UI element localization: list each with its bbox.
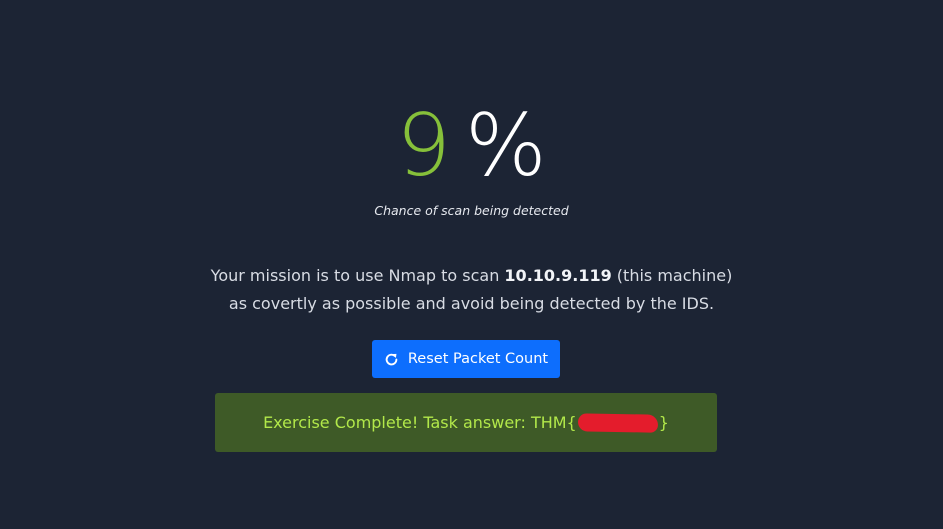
- detection-percent-value: 9: [396, 96, 451, 196]
- mission-text-after: (this machine): [611, 266, 733, 285]
- ids-evasion-panel: 9% Chance of scan being detected Your mi…: [0, 0, 943, 529]
- exercise-complete-alert: Exercise Complete! Task answer: THM{}: [215, 393, 717, 452]
- mission-line-2: as covertly as possible and avoid being …: [228, 294, 715, 313]
- refresh-icon: [385, 353, 398, 365]
- mission-text: Your mission is to use Nmap to scan 10.1…: [0, 262, 943, 318]
- task-answer-suffix: }: [658, 413, 669, 432]
- mission-text-before: Your mission is to use Nmap to scan: [210, 266, 505, 285]
- reset-packet-count-button[interactable]: Reset Packet Count: [372, 340, 560, 378]
- redacted-answer: [577, 412, 658, 433]
- detection-percentage: 9%: [0, 98, 943, 194]
- task-answer-prefix: Exercise Complete! Task answer: THM{: [263, 413, 577, 432]
- detection-caption: Chance of scan being detected: [374, 203, 569, 218]
- mission-line-1: Your mission is to use Nmap to scan 10.1…: [0, 262, 943, 290]
- reset-button-label: Reset Packet Count: [407, 351, 549, 367]
- percent-sign: %: [465, 96, 547, 196]
- target-ip: 10.10.9.119: [504, 266, 612, 285]
